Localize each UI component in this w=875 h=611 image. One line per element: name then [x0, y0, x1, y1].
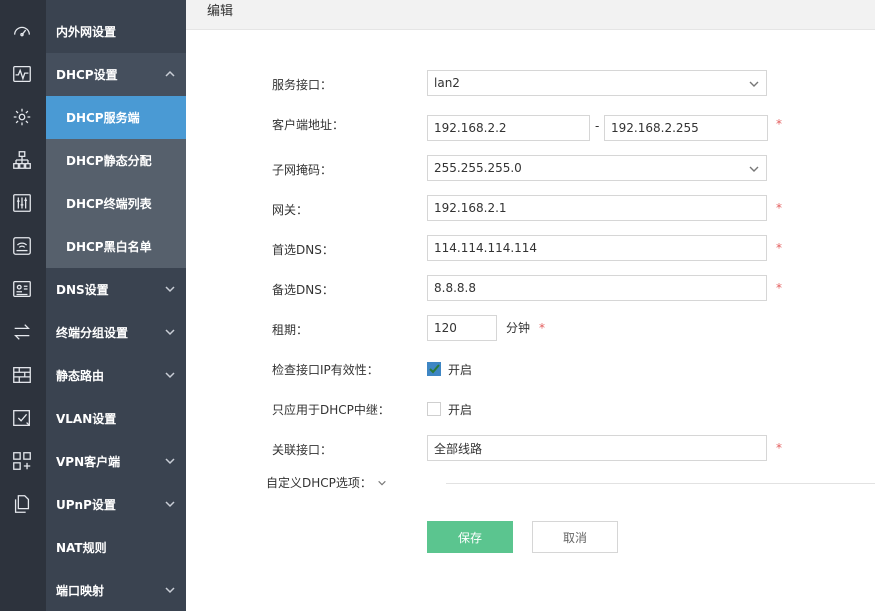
router-icon[interactable] — [10, 234, 34, 258]
documents-icon[interactable] — [10, 492, 34, 516]
submenu-item-dhcp-clients[interactable]: DHCP终端列表 — [46, 182, 186, 225]
secondary-dns-input[interactable]: 8.8.8.8 — [427, 275, 767, 301]
menu-item-static-route[interactable]: 静态路由 — [46, 354, 186, 397]
client-address-label: 客户端地址： — [272, 118, 345, 132]
chevron-down-icon — [164, 369, 176, 381]
chevron-down-icon — [164, 326, 176, 338]
lease-label: 租期： — [272, 323, 309, 337]
menu-item-vlan[interactable]: VLAN设置 — [46, 397, 186, 440]
chevron-down-icon — [377, 477, 389, 489]
transfer-arrows-icon[interactable] — [10, 320, 34, 344]
id-card-icon[interactable] — [10, 277, 34, 301]
service-interface-select[interactable]: lan2 — [427, 70, 767, 96]
custom-dhcp-options-toggle[interactable]: 自定义DHCP选项： — [266, 474, 389, 491]
chevron-up-icon — [164, 68, 176, 80]
network-tree-icon[interactable] — [10, 148, 34, 172]
client-address-start-input[interactable]: 192.168.2.2 — [427, 115, 590, 141]
gear-icon[interactable] — [10, 105, 34, 129]
page-title: 编辑 — [207, 4, 234, 19]
range-separator: - — [595, 119, 600, 133]
main-content: 编辑 服务接口： lan2 客户端地址： 192.168.2.2 - 192.1… — [186, 0, 875, 611]
chevron-down-icon — [748, 163, 760, 175]
required-mark: * — [776, 281, 782, 295]
checklist-icon[interactable] — [10, 406, 34, 430]
pulse-chart-icon[interactable] — [10, 62, 34, 86]
menu-item-dns[interactable]: DNS设置 — [46, 268, 186, 311]
relay-only-option: 开启 — [448, 403, 473, 417]
sliders-icon[interactable] — [10, 191, 34, 215]
menu-item-upnp[interactable]: UPnP设置 — [46, 483, 186, 526]
chevron-down-icon — [164, 498, 176, 510]
gateway-input[interactable]: 192.168.2.1 — [427, 195, 767, 221]
side-menu: 内外网设置 DHCP设置 DHCP服务端 DHCP静态分配 DHCP终端列表 D… — [46, 0, 186, 611]
menu-item-wan-lan[interactable]: 内外网设置 — [46, 10, 186, 53]
linked-interface-label: 关联接口： — [272, 443, 333, 457]
subnet-mask-select[interactable]: 255.255.255.0 — [427, 155, 767, 181]
check-ip-checkbox[interactable] — [427, 362, 441, 376]
icon-rail — [0, 0, 46, 611]
chevron-down-icon — [748, 78, 760, 90]
section-divider — [446, 483, 875, 484]
apps-grid-icon[interactable] — [10, 449, 34, 473]
submenu-item-dhcp-blacklist[interactable]: DHCP黑白名单 — [46, 225, 186, 268]
check-icon — [429, 364, 440, 374]
client-address-end-input[interactable]: 192.168.2.255 — [604, 115, 768, 141]
primary-dns-input[interactable]: 114.114.114.114 — [427, 235, 767, 261]
primary-dns-label: 首选DNS： — [272, 243, 334, 257]
linked-interface-select[interactable]: 全部线路 — [427, 435, 767, 461]
save-button[interactable]: 保存 — [427, 521, 513, 553]
required-mark: * — [776, 241, 782, 255]
menu-item-vpn-client[interactable]: VPN客户端 — [46, 440, 186, 483]
lease-input[interactable]: 120 — [427, 315, 497, 341]
edit-header: 编辑 — [186, 0, 875, 30]
chevron-down-icon — [164, 455, 176, 467]
menu-item-client-groups[interactable]: 终端分组设置 — [46, 311, 186, 354]
required-mark: * — [776, 201, 782, 215]
chevron-down-icon — [164, 584, 176, 596]
relay-only-label: 只应用于DHCP中继： — [272, 403, 390, 417]
cancel-button[interactable]: 取消 — [532, 521, 618, 553]
check-ip-label: 检查接口IP有效性： — [272, 363, 379, 377]
secondary-dns-label: 备选DNS： — [272, 283, 334, 297]
speedometer-icon[interactable] — [10, 19, 34, 43]
menu-item-port-mapping[interactable]: 端口映射 — [46, 569, 186, 611]
chevron-down-icon — [164, 283, 176, 295]
menu-item-dhcp[interactable]: DHCP设置 — [46, 53, 186, 96]
required-mark: * — [776, 117, 782, 131]
required-mark: * — [539, 321, 545, 335]
lease-unit: 分钟 — [506, 321, 531, 335]
app-root: 内外网设置 DHCP设置 DHCP服务端 DHCP静态分配 DHCP终端列表 D… — [0, 0, 875, 611]
check-ip-option: 开启 — [448, 363, 473, 377]
menu-item-nat[interactable]: NAT规则 — [46, 526, 186, 569]
firewall-grid-icon[interactable] — [10, 363, 34, 387]
submenu-item-dhcp-server[interactable]: DHCP服务端 — [46, 96, 186, 139]
relay-only-checkbox[interactable] — [427, 402, 441, 416]
service-interface-label: 服务接口： — [272, 78, 333, 92]
submenu-item-dhcp-static[interactable]: DHCP静态分配 — [46, 139, 186, 182]
subnet-mask-label: 子网掩码： — [272, 163, 333, 177]
required-mark: * — [776, 441, 782, 455]
gateway-label: 网关： — [272, 203, 309, 217]
